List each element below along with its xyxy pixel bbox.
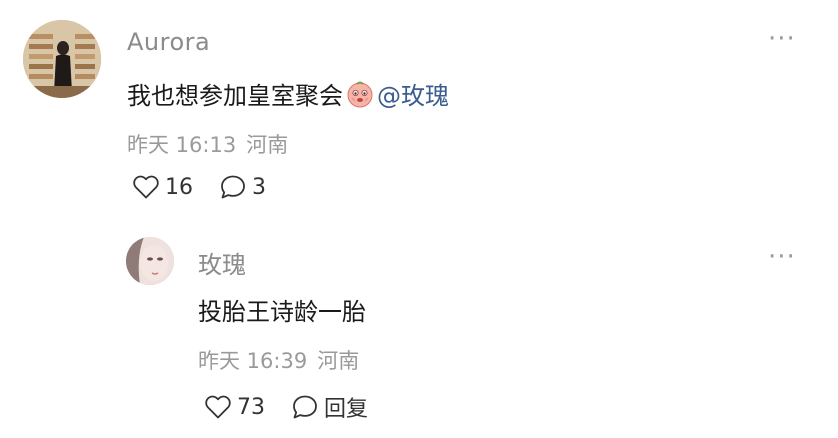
like-button[interactable]: 16 — [132, 174, 193, 200]
reply-count: 3 — [252, 174, 266, 200]
reply-username[interactable]: 玫瑰 — [198, 245, 246, 280]
username[interactable]: Aurora — [127, 28, 210, 56]
timestamp: 昨天 16:13 — [127, 133, 237, 157]
reply-count-button[interactable]: 3 — [219, 174, 266, 200]
comment-bubble-icon — [221, 175, 245, 199]
comment-meta: 昨天 16:13 河南 — [127, 129, 288, 159]
reply-button[interactable]: 回复 — [291, 391, 368, 423]
reply-like-button[interactable]: 73 — [204, 394, 265, 420]
reply-like-count: 73 — [237, 394, 265, 420]
avatar-image — [23, 20, 101, 98]
avatar[interactable] — [23, 20, 101, 98]
reply-avatar[interactable] — [126, 237, 174, 285]
mention-link[interactable]: @玫瑰 — [377, 82, 449, 110]
reply-text: 投胎王诗龄一胎 — [198, 298, 366, 326]
comment-bubble-icon — [293, 395, 317, 419]
heart-icon — [205, 395, 231, 419]
reply-timestamp: 昨天 16:39 — [198, 349, 308, 373]
more-options-icon[interactable]: ··· — [768, 26, 796, 52]
reply-more-options-icon[interactable]: ··· — [768, 244, 796, 270]
reply-actions: 73 回复 — [204, 391, 368, 423]
comment-thread: Aurora ··· 我也想参加皇室聚会 @玫瑰 昨天 16:13 河南 16 — [0, 0, 838, 438]
comment-body: 我也想参加皇室聚会 — [127, 82, 343, 110]
reply-location: 河南 — [317, 349, 360, 373]
location: 河南 — [246, 133, 289, 157]
peach-face-emoji-icon — [346, 80, 374, 108]
reply-avatar-image — [126, 237, 174, 285]
heart-icon — [133, 175, 159, 199]
reply-label: 回复 — [324, 397, 369, 422]
comment-text: 我也想参加皇室聚会 @玫瑰 — [127, 76, 449, 111]
like-count: 16 — [165, 174, 193, 200]
reply-meta: 昨天 16:39 河南 — [198, 345, 359, 375]
comment-actions: 16 3 — [132, 174, 266, 200]
